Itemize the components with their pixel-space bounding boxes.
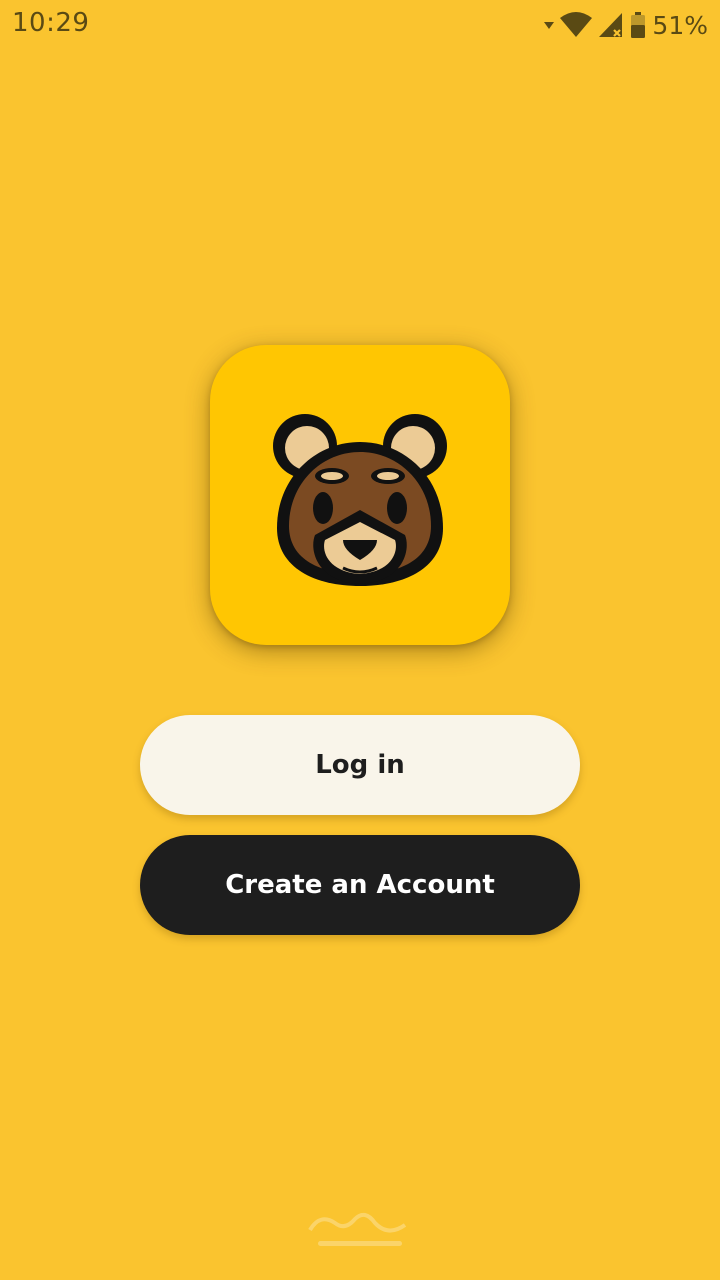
wifi-icon — [560, 12, 593, 37]
battery-icon — [631, 12, 646, 38]
signal-icon — [599, 13, 623, 37]
status-bar: 10:29 51% — [0, 0, 720, 50]
login-button[interactable]: Log in — [140, 715, 580, 815]
battery-percent: 51% — [652, 10, 708, 40]
data-indicator-icon — [544, 22, 555, 29]
welcome-screen: 10:29 51% Log in Create an Account — [0, 0, 720, 1280]
watermark-logo-icon — [308, 1212, 407, 1246]
status-time: 10:29 — [12, 8, 90, 38]
create-account-button[interactable]: Create an Account — [140, 835, 580, 935]
bear-logo-icon — [273, 414, 447, 586]
app-logo — [210, 345, 510, 645]
status-icons: 51% — [544, 8, 708, 42]
